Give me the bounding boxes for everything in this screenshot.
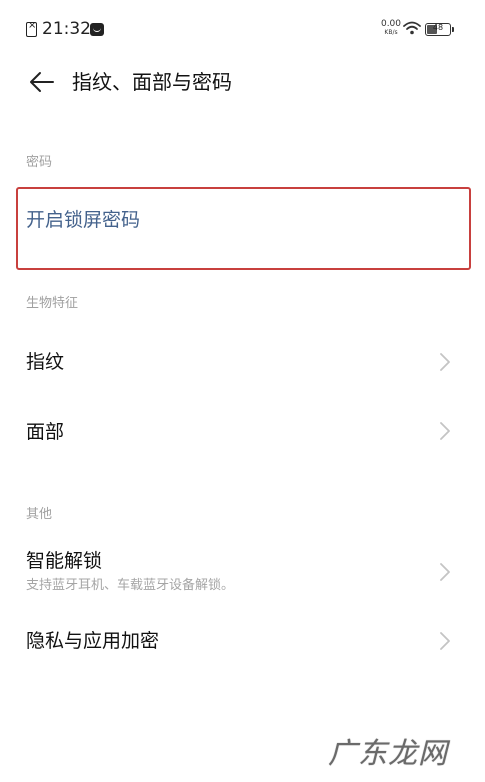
network-speed-unit: KB/s <box>384 29 398 36</box>
section-header-biometrics: 生物特征 <box>26 296 79 311</box>
network-speed-value: 0.00 <box>380 19 402 29</box>
chevron-right-icon <box>440 422 450 440</box>
chevron-right-icon <box>440 563 450 581</box>
screen: 21:32 0.00 KB/s 48 指纹、面部与密码 密码 开启锁屏密码 生物… <box>0 0 485 782</box>
privacy-app-encryption-item[interactable]: 隐私与应用加密 <box>26 628 159 654</box>
status-bar: 21:32 0.00 KB/s 48 <box>0 0 485 56</box>
battery-level: 48 <box>432 23 444 32</box>
face-item[interactable]: 面部 <box>26 419 64 445</box>
notification-icon <box>90 23 104 36</box>
status-time: 21:32 <box>42 19 91 39</box>
section-header-password: 密码 <box>26 155 53 170</box>
sim-icon <box>26 20 37 37</box>
section-header-other: 其他 <box>26 507 53 522</box>
watermark: 广东龙网 <box>328 736 449 770</box>
chevron-right-icon <box>440 353 450 371</box>
smart-unlock-description: 支持蓝牙耳机、车载蓝牙设备解锁。 <box>26 578 235 593</box>
smart-unlock-item[interactable]: 智能解锁 <box>26 548 102 574</box>
chevron-right-icon <box>440 632 450 650</box>
fingerprint-item[interactable]: 指纹 <box>26 349 64 375</box>
page-title: 指纹、面部与密码 <box>72 70 232 94</box>
wifi-icon <box>403 21 421 35</box>
battery-icon: 48 <box>425 23 454 36</box>
enable-lock-screen-password-item[interactable]: 开启锁屏密码 <box>26 207 140 233</box>
arrow-left-icon[interactable] <box>28 68 56 96</box>
network-speed: 0.00 KB/s <box>380 20 402 37</box>
